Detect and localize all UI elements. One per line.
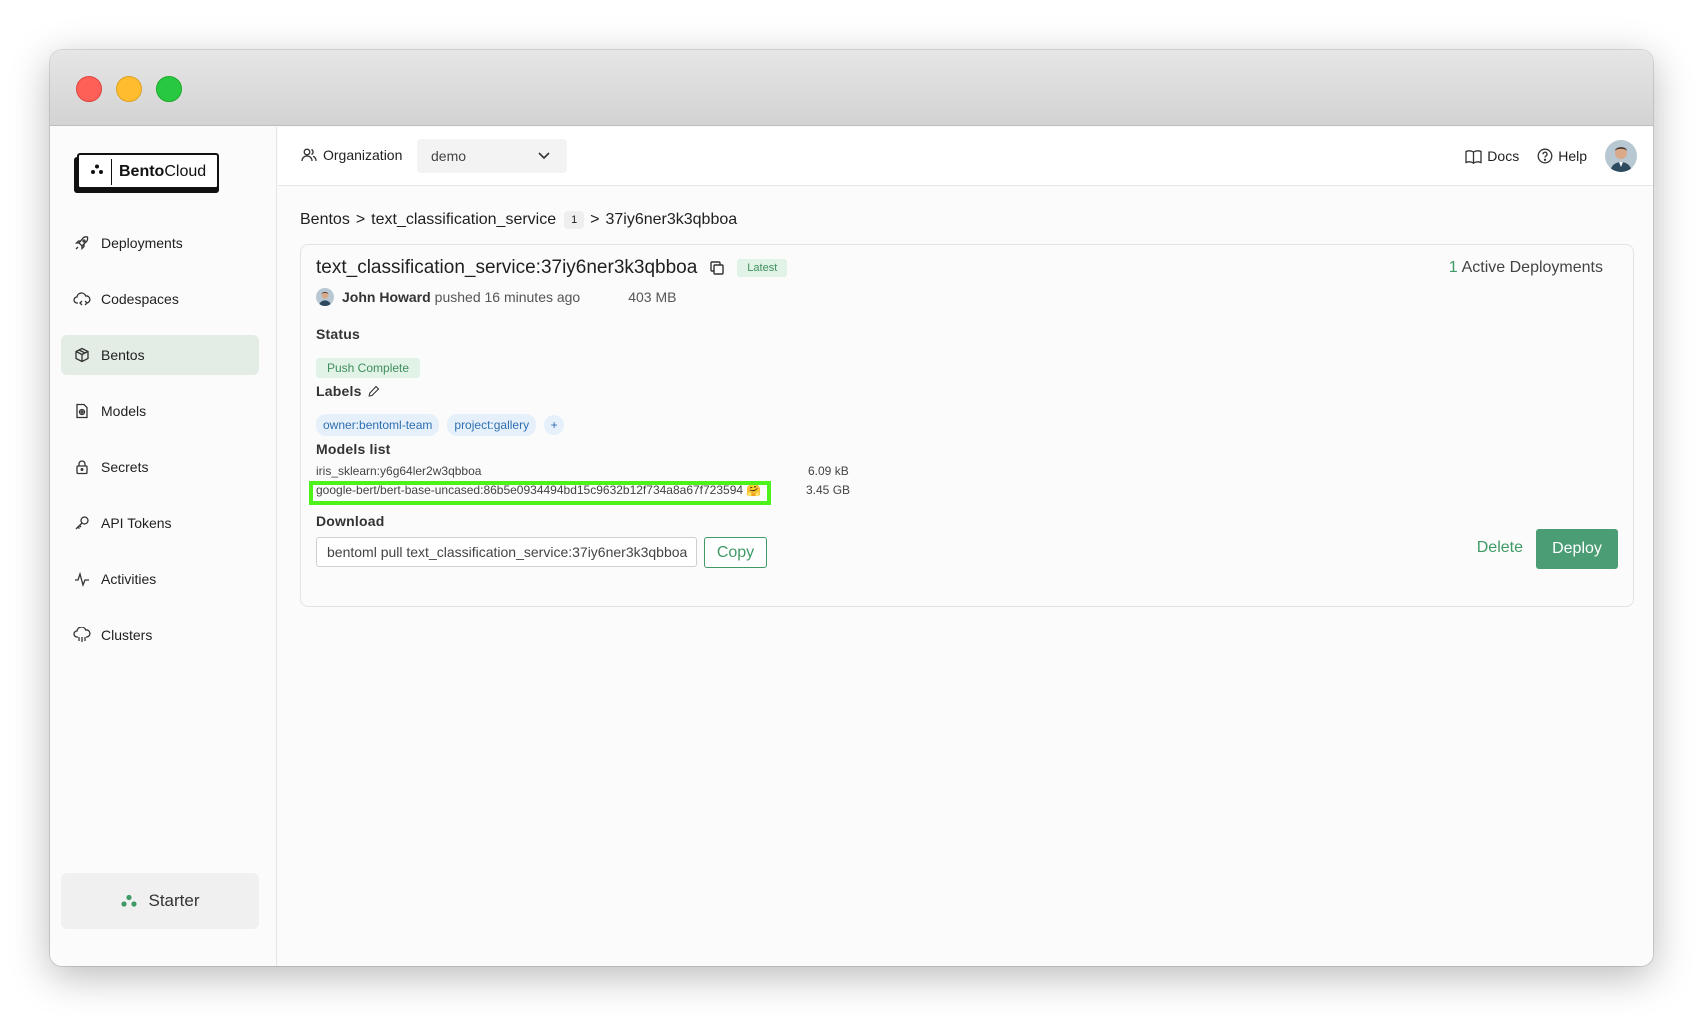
main-content: Organization demo Docs Help Bentos > tex… [278, 127, 1653, 966]
docs-link-label: Docs [1487, 148, 1520, 164]
chevron-down-icon [537, 148, 551, 165]
bento-name: text_classification_service [316, 257, 536, 278]
status-title: Status [316, 326, 360, 342]
starter-plan-icon [120, 894, 138, 908]
lock-icon [73, 458, 91, 476]
topbar-actions: Docs Help [1465, 139, 1637, 173]
model-item[interactable]: google-bert/bert-base-uncased:86b5e09344… [316, 483, 761, 497]
help-circle-icon [1537, 148, 1553, 164]
cloud-code-icon [73, 290, 91, 308]
delete-button[interactable]: Delete [1477, 539, 1523, 557]
bento-version: 37iy6ner3k3qbboa [540, 257, 698, 278]
user-avatar[interactable] [1605, 140, 1637, 172]
edit-pencil-icon[interactable] [368, 385, 380, 397]
window-titlebar [50, 50, 1653, 126]
organization-select-value: demo [431, 148, 467, 164]
sidebar-item-clusters[interactable]: Clusters [61, 615, 259, 655]
author-avatar [316, 288, 334, 306]
plan-label: Starter [148, 891, 200, 910]
book-icon [1465, 149, 1482, 164]
brand-name-rest: Cloud [164, 163, 207, 180]
add-label-button[interactable]: + [544, 415, 565, 435]
close-window-button[interactable] [76, 76, 102, 102]
minimize-window-button[interactable] [116, 76, 142, 102]
download-title: Download [316, 513, 385, 529]
brand-name-bold: Bento [119, 163, 165, 180]
sidebar-item-label: API Tokens [101, 515, 172, 531]
box-icon [73, 346, 91, 364]
docs-link[interactable]: Docs [1465, 148, 1519, 164]
deploy-button[interactable]: Deploy [1536, 529, 1618, 569]
labels-list: owner:bentoml-team project:gallery + [316, 414, 565, 436]
sidebar-item-label: Deployments [101, 235, 183, 251]
copy-icon[interactable] [709, 260, 725, 276]
sidebar-item-api-tokens[interactable]: API Tokens [61, 503, 259, 543]
key-icon [73, 514, 91, 532]
models-list-title: Models list [316, 441, 391, 457]
pushed-time: pushed 16 minutes ago [434, 289, 581, 305]
breadcrumb-separator: > [590, 211, 600, 228]
sidebar-item-label: Activities [101, 571, 157, 587]
sidebar-item-secrets[interactable]: Secrets [61, 447, 259, 487]
breadcrumb-service[interactable]: text_classification_service [371, 211, 556, 229]
sidebar-item-label: Bentos [101, 347, 145, 363]
breadcrumb: Bentos > text_classification_service 1 >… [300, 211, 743, 229]
rocket-icon [73, 234, 91, 252]
sidebar-item-label: Codespaces [101, 291, 179, 307]
sidebar-item-label: Clusters [101, 627, 153, 643]
plan-starter-button[interactable]: Starter [61, 873, 259, 929]
bento-title: text_classification_service:37iy6ner3k3q… [316, 257, 788, 279]
organization-select[interactable]: demo [417, 139, 567, 173]
labels-title: Labels [316, 383, 380, 399]
sidebar-item-codespaces[interactable]: Codespaces [61, 279, 259, 319]
help-link-label: Help [1558, 148, 1587, 164]
bentocloud-logo[interactable]: BentoCloud [74, 153, 219, 193]
status-badge: Push Complete [316, 358, 421, 378]
bento-detail-card: text_classification_service:37iy6ner3k3q… [300, 244, 1634, 607]
sidebar-nav: Deployments Codespaces Bentos Models Sec… [61, 223, 259, 671]
active-deployments-label: Active Deployments [1461, 259, 1603, 276]
cluster-cloud-icon [73, 626, 91, 644]
sidebar-item-label: Secrets [101, 459, 149, 475]
author-name: John Howard [342, 289, 431, 305]
breadcrumb-version-count: 1 [564, 211, 585, 229]
model-file-icon [73, 402, 91, 420]
active-deployments-count: 1 [1448, 259, 1458, 276]
latest-badge: Latest [737, 259, 788, 277]
sidebar-item-bentos[interactable]: Bentos [61, 335, 259, 375]
organization-label: Organization [301, 147, 402, 163]
users-icon [301, 147, 317, 163]
app-window: BentoCloud Deployments Codespaces Bentos… [50, 50, 1653, 966]
topbar: Organization demo Docs Help [278, 127, 1653, 186]
label-chip[interactable]: project:gallery [447, 414, 537, 436]
breadcrumb-version: 37iy6ner3k3qbboa [605, 211, 738, 228]
bento-logo-icon [86, 159, 112, 185]
download-command-field[interactable]: bentoml pull text_classification_service… [316, 537, 697, 567]
model-size: 6.09 kB [808, 464, 849, 478]
sidebar-item-models[interactable]: Models [61, 391, 259, 431]
maximize-window-button[interactable] [156, 76, 182, 102]
active-deployments[interactable]: 1 Active Deployments [1449, 259, 1603, 277]
activity-icon [73, 570, 91, 588]
sidebar-item-activities[interactable]: Activities [61, 559, 259, 599]
sidebar-item-deployments[interactable]: Deployments [61, 223, 259, 263]
organization-label-text: Organization [323, 147, 403, 163]
copy-button[interactable]: Copy [704, 537, 767, 568]
labels-title-text: Labels [316, 383, 362, 399]
label-chip[interactable]: owner:bentoml-team [316, 414, 440, 436]
sidebar-item-label: Models [101, 403, 147, 419]
breadcrumb-bentos[interactable]: Bentos [300, 211, 350, 229]
model-item[interactable]: iris_sklearn:y6g64ler2w3qbboa [316, 464, 481, 478]
sidebar: BentoCloud Deployments Codespaces Bentos… [50, 127, 277, 966]
help-link[interactable]: Help [1537, 148, 1587, 164]
breadcrumb-separator: > [355, 211, 366, 228]
push-info: John Howard pushed 16 minutes ago 403 MB [316, 288, 676, 306]
bento-size: 403 MB [628, 289, 677, 305]
model-size: 3.45 GB [806, 483, 851, 497]
